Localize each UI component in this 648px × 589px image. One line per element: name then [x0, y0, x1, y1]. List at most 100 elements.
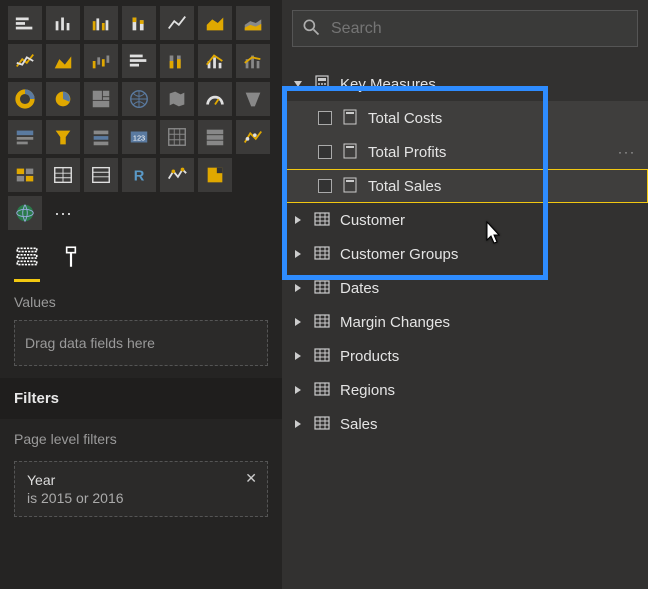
- visualizations-pane: 123 R ··· Values Drag data fields here: [0, 0, 282, 589]
- viz-gallery: 123 R: [0, 0, 282, 196]
- filter-chip-title: Year: [27, 472, 255, 488]
- viz-treemap-icon[interactable]: [84, 82, 118, 116]
- tree-label: Total Costs: [368, 110, 442, 127]
- viz-funnel-icon[interactable]: [46, 120, 80, 154]
- filter-chip-year[interactable]: Year is 2015 or 2016 ✕: [14, 461, 268, 517]
- tree-table-customer[interactable]: Customer: [282, 203, 648, 237]
- viz-scatter-icon[interactable]: [236, 120, 270, 154]
- values-label: Values: [0, 282, 282, 314]
- table-icon: [314, 415, 330, 434]
- svg-text:123: 123: [133, 134, 145, 143]
- chevron-right-icon: [292, 418, 304, 430]
- table-icon: [314, 347, 330, 366]
- viz-column-icon[interactable]: [46, 6, 80, 40]
- tree-label: Key Measures: [340, 76, 436, 93]
- chevron-right-icon: [292, 248, 304, 260]
- viz-arcgis-icon[interactable]: [8, 196, 42, 230]
- checkbox-icon[interactable]: [318, 111, 332, 125]
- viz-line2-icon[interactable]: [160, 158, 194, 192]
- tree-label: Sales: [340, 416, 378, 433]
- tree-field-total-sales[interactable]: Total Sales: [282, 169, 648, 203]
- tree-table-customer-groups[interactable]: Customer Groups: [282, 237, 648, 271]
- page-filters-label: Page level filters: [0, 419, 282, 451]
- filter-chip-close-icon[interactable]: ✕: [245, 470, 257, 487]
- tree-table-sales[interactable]: Sales: [282, 407, 648, 441]
- chevron-right-icon: [292, 282, 304, 294]
- viz-filled-map-icon[interactable]: [160, 82, 194, 116]
- checkbox-icon[interactable]: [318, 179, 332, 193]
- viz-combo1-icon[interactable]: [198, 44, 232, 78]
- viz-ribbon-icon[interactable]: [8, 44, 42, 78]
- viz-donut-icon[interactable]: [8, 82, 42, 116]
- tab-fields[interactable]: [14, 244, 40, 282]
- viz-slicer-icon[interactable]: [84, 120, 118, 154]
- chevron-right-icon: [292, 350, 304, 362]
- viz-more-button[interactable]: ···: [46, 196, 80, 230]
- viz-bubble-icon[interactable]: [8, 158, 42, 192]
- viz-kpi-icon[interactable]: 123: [122, 120, 156, 154]
- tree-label: Total Sales: [368, 178, 441, 195]
- measure-icon: [342, 143, 358, 162]
- viz-card-icon[interactable]: [8, 120, 42, 154]
- viz-map-icon[interactable]: [122, 82, 156, 116]
- table-icon: [314, 245, 330, 264]
- table-icon: [314, 381, 330, 400]
- tree-table-regions[interactable]: Regions: [282, 373, 648, 407]
- viz-multirow-icon[interactable]: [198, 120, 232, 154]
- tree-label: Products: [340, 348, 399, 365]
- fields-tree: Key Measures Total Costs Total Profits ·…: [282, 53, 648, 441]
- table-icon: [314, 279, 330, 298]
- viz-stacked-column-icon[interactable]: [122, 6, 156, 40]
- filters-header: Filters: [0, 378, 282, 419]
- measure-icon: [342, 109, 358, 128]
- tree-label: Regions: [340, 382, 395, 399]
- viz-r-icon[interactable]: R: [122, 158, 156, 192]
- tab-format[interactable]: [58, 244, 84, 282]
- chevron-right-icon: [292, 214, 304, 226]
- row-more-icon[interactable]: ···: [618, 145, 636, 159]
- fields-pane: Key Measures Total Costs Total Profits ·…: [282, 0, 648, 589]
- tree-label: Total Profits: [368, 144, 446, 161]
- viz-waterfall-icon[interactable]: [84, 44, 118, 78]
- measure-icon: [342, 177, 358, 196]
- viz-table-icon[interactable]: [46, 158, 80, 192]
- viz-stacked-bar-icon[interactable]: [8, 6, 42, 40]
- tree-label: Customer Groups: [340, 246, 458, 263]
- table-icon: [314, 313, 330, 332]
- search-input[interactable]: [331, 20, 629, 38]
- calculator-icon: [314, 75, 330, 94]
- viz-combo2-icon[interactable]: [236, 44, 270, 78]
- viz-stacked-area-icon[interactable]: [236, 6, 270, 40]
- tree-label: Margin Changes: [340, 314, 450, 331]
- table-icon: [314, 211, 330, 230]
- tree-field-total-profits[interactable]: Total Profits ···: [282, 135, 648, 169]
- viz-python-icon[interactable]: [198, 158, 232, 192]
- chevron-right-icon: [292, 384, 304, 396]
- tree-label: Dates: [340, 280, 379, 297]
- search-icon: [301, 17, 321, 40]
- viz-bar-icon[interactable]: [122, 44, 156, 78]
- values-dropzone[interactable]: Drag data fields here: [14, 320, 268, 366]
- filter-chip-sub: is 2015 or 2016: [27, 490, 255, 506]
- tree-field-total-costs[interactable]: Total Costs: [282, 101, 648, 135]
- viz-pie-icon[interactable]: [46, 82, 80, 116]
- viz-area2-icon[interactable]: [46, 44, 80, 78]
- checkbox-icon[interactable]: [318, 145, 332, 159]
- tree-table-dates[interactable]: Dates: [282, 271, 648, 305]
- svg-text:R: R: [134, 169, 145, 185]
- viz-funnel2-icon[interactable]: [236, 82, 270, 116]
- tree-table-margin-changes[interactable]: Margin Changes: [282, 305, 648, 339]
- chevron-right-icon: [292, 316, 304, 328]
- pane-tabs: [0, 236, 282, 282]
- chevron-down-icon: [292, 78, 304, 90]
- viz-line-icon[interactable]: [160, 6, 194, 40]
- viz-gauge-icon[interactable]: [198, 82, 232, 116]
- viz-matrix-icon[interactable]: [160, 120, 194, 154]
- viz-table2-icon[interactable]: [84, 158, 118, 192]
- tree-table-products[interactable]: Products: [282, 339, 648, 373]
- tree-table-key-measures[interactable]: Key Measures: [282, 67, 648, 101]
- search-box[interactable]: [292, 10, 638, 47]
- viz-100stacked-icon[interactable]: [160, 44, 194, 78]
- viz-clustered-column-icon[interactable]: [84, 6, 118, 40]
- viz-area-icon[interactable]: [198, 6, 232, 40]
